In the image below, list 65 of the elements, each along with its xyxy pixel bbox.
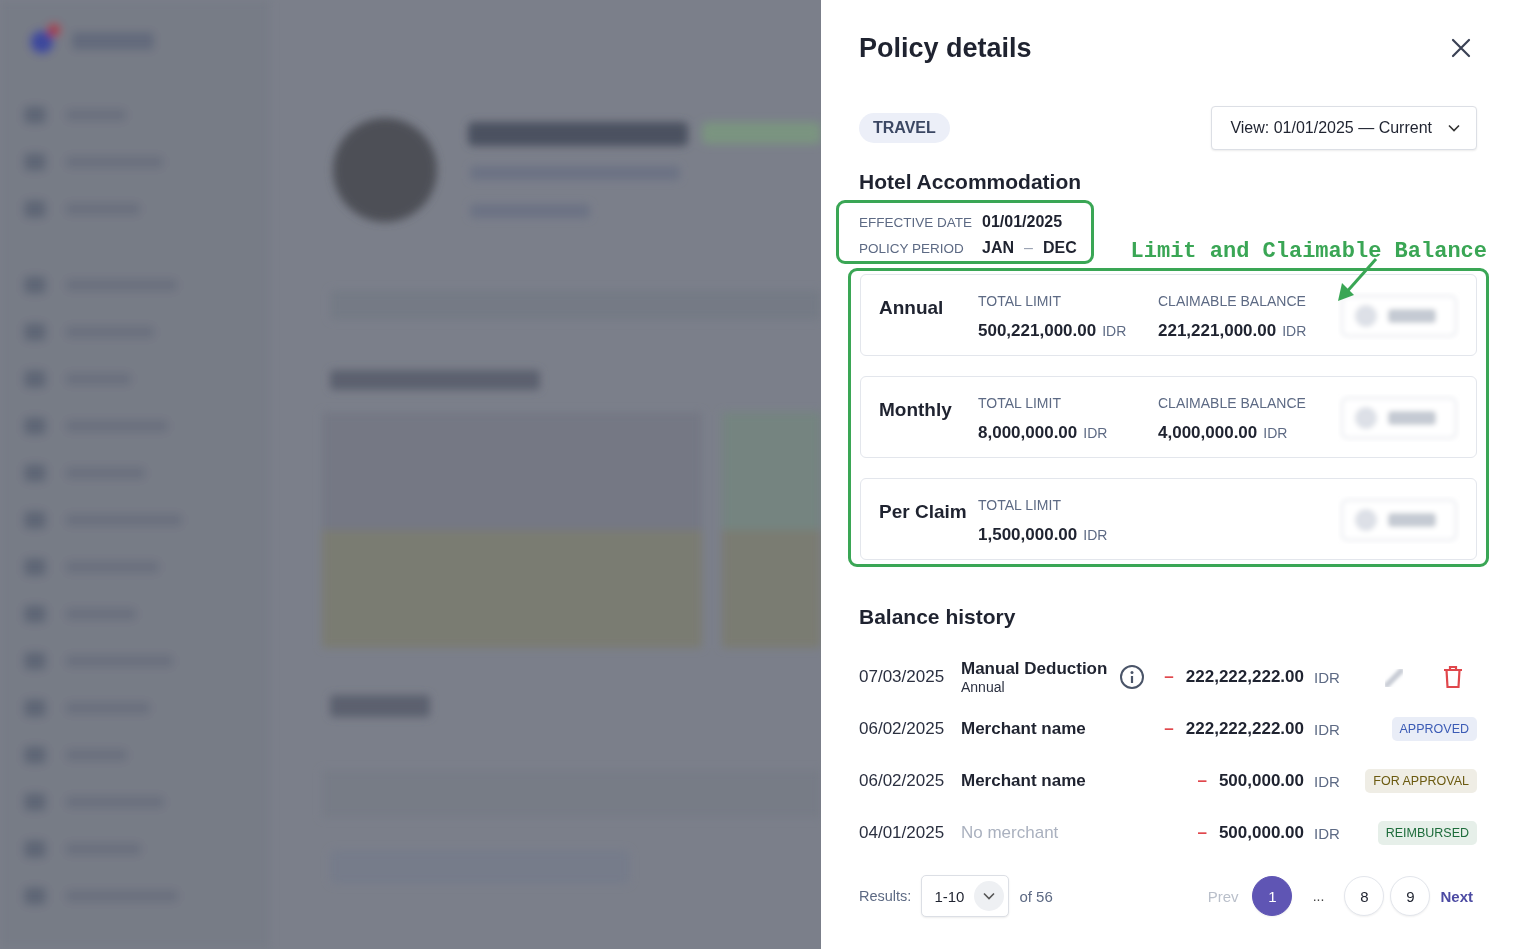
policy-name: Hotel Accommodation [859,170,1083,194]
view-select[interactable]: View: 01/01/2025 — Current [1211,106,1477,150]
page-button[interactable]: 1 [1252,876,1293,916]
currency: IDR [1313,668,1341,686]
amount: 222,222,222.00 [1185,667,1304,687]
field-label: EFFECTIVE DATE [859,214,972,230]
minus-sign: – [1164,719,1174,739]
minus-sign: – [1197,823,1207,843]
amount: 222,222,222.00 [1185,719,1304,739]
results-label: Results: [859,888,912,904]
currency: IDR [1313,772,1341,790]
info-icon[interactable] [1119,664,1145,690]
range-separator: – [1024,239,1033,257]
category-tag: TRAVEL [859,113,950,143]
entry-date: 07/03/2025 [859,667,946,687]
minus-sign: – [1197,771,1207,791]
entry-title: Manual Deduction [961,659,1109,679]
amount: 500,221,000.00 IDR [978,321,1128,341]
close-icon[interactable] [1449,36,1473,60]
field-value: 01/01/2025 [982,213,1064,231]
entry-title: No merchant [961,823,1060,843]
results-total: of 56 [1019,887,1053,905]
blurred-button[interactable] [1338,496,1460,544]
section-title: Balance history [859,605,1017,629]
status-tag: REIMBURSED [1377,821,1477,845]
page-button[interactable]: 8 [1344,876,1385,916]
entry-title: Merchant name [961,771,1087,791]
field-label: TOTAL LIMIT [978,497,1062,513]
field-label: TOTAL LIMIT [978,293,1062,309]
currency: IDR [1313,824,1341,842]
limit-period: Annual [879,297,945,319]
amount: 221,221,000.00 IDR [1158,321,1308,341]
page-button[interactable]: 9 [1390,876,1431,916]
period-end: DEC [1042,239,1077,257]
page-size-select[interactable]: 1-10 [921,875,1010,917]
entry-date: 06/02/2025 [859,719,946,739]
chevron-down-icon [1448,124,1460,132]
delete-icon[interactable] [1443,665,1463,689]
panel-title: Policy details [859,32,1032,64]
limit-period: Per Claim [879,501,968,523]
field-label: CLAIMABLE BALANCE [1158,395,1307,411]
status-tag: FOR APPROVAL [1365,769,1477,793]
entry-date: 06/02/2025 [859,771,946,791]
status-tag: APPROVED [1391,717,1477,741]
amount: 500,000.00 [1218,771,1304,791]
period-start: JAN [982,239,1015,257]
amount: 1,500,000.00 IDR [978,525,1109,545]
annotation-label: Limit and Claimable Balance [1130,239,1487,264]
limit-period: Monthly [879,399,953,421]
amount: 500,000.00 [1218,823,1304,843]
page-ellipsis: ... [1311,888,1326,904]
blurred-button[interactable] [1338,292,1460,340]
blurred-button[interactable] [1338,394,1460,442]
currency: IDR [1313,720,1341,738]
field-label: TOTAL LIMIT [978,395,1062,411]
entry-title: Merchant name [961,719,1087,739]
chevron-down-icon [983,892,996,900]
amount: 4,000,000.00 IDR [1158,423,1289,443]
minus-sign: – [1164,667,1174,687]
field-label: POLICY PERIOD [859,240,965,256]
amount: 8,000,000.00 IDR [978,423,1109,443]
field-label: CLAIMABLE BALANCE [1158,293,1307,309]
entry-date: 04/01/2025 [859,823,946,843]
next-link[interactable]: Next [1436,887,1477,905]
entry-subtitle: Annual [961,679,1006,695]
